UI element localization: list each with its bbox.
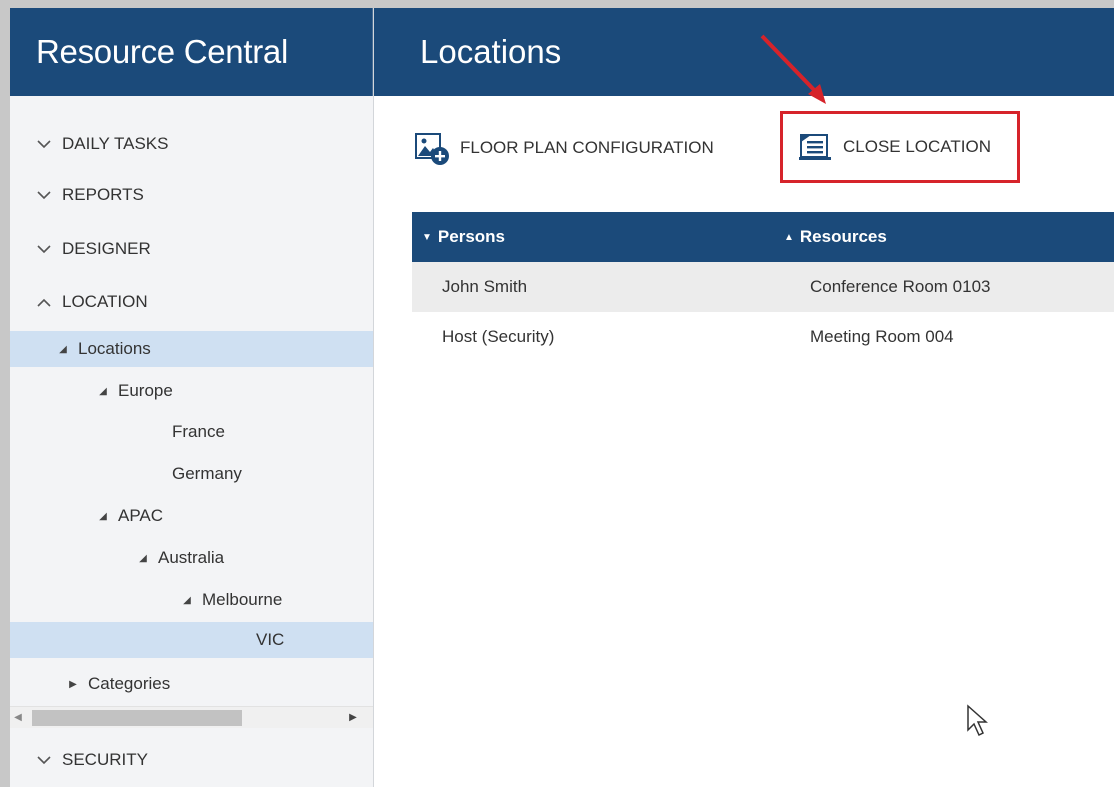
tree-item-melbourne[interactable]: ◢ Melbourne [10, 582, 373, 618]
tree-item-label: Categories [88, 674, 171, 693]
tree-item-france[interactable]: France [10, 414, 373, 450]
chevron-down-icon [36, 187, 52, 203]
tree-item-label: Germany [172, 464, 242, 483]
sort-ascending-icon: ▲ [784, 231, 794, 243]
app-window: Resource Central DAILY TASKS REPORTS DES… [10, 8, 1114, 787]
close-document-icon [797, 129, 833, 165]
nav-section-label: SECURITY [62, 750, 148, 769]
tree-item-apac[interactable]: ◢ APAC [10, 498, 373, 534]
tree-item-categories[interactable]: ▶ Categories [10, 666, 373, 702]
column-label: Resources [799, 227, 887, 246]
tree-expanded-icon: ◢ [99, 385, 107, 397]
chevron-down-icon [36, 136, 52, 152]
close-location-button[interactable]: CLOSE LOCATION [780, 111, 1020, 183]
tree-collapsed-icon: ▶ [69, 678, 77, 690]
nav-section-label: DAILY TASKS [62, 134, 169, 153]
tree-expanded-icon: ◢ [183, 594, 191, 606]
tree-expanded-icon: ◢ [139, 552, 147, 564]
floor-plan-configuration-button[interactable]: FLOOR PLAN CONFIGURATION [414, 128, 714, 168]
column-header-persons[interactable]: ▼ Persons [412, 227, 782, 247]
cell-resource: Conference Room 0103 [810, 277, 991, 296]
mouse-cursor-icon [967, 704, 988, 737]
app-title: Resource Central [10, 8, 373, 96]
table-row[interactable]: John Smith Conference Room 0103 [412, 262, 1114, 312]
column-header-resources[interactable]: ▲ Resources [782, 227, 887, 247]
close-location-label: CLOSE LOCATION [843, 137, 991, 156]
page-title: Locations [374, 8, 1114, 96]
nav-section-label: REPORTS [62, 185, 144, 204]
nav-section-label: DESIGNER [62, 239, 151, 258]
nav-section-location[interactable]: LOCATION [10, 286, 373, 318]
red-arrow-annotation [760, 34, 826, 104]
table-row[interactable]: Host (Security) Meeting Room 004 [412, 312, 1114, 362]
cell-person: John Smith [442, 277, 528, 296]
scroll-right-icon[interactable]: ▶ [345, 707, 361, 729]
tree-item-locations[interactable]: ◢ Locations [10, 331, 373, 367]
tree-item-germany[interactable]: Germany [10, 456, 373, 492]
tree-item-europe[interactable]: ◢ Europe [10, 373, 373, 409]
scrollbar-thumb[interactable] [32, 710, 242, 726]
tree-item-label: Locations [78, 339, 151, 358]
toolbar: FLOOR PLAN CONFIGURATION [414, 128, 714, 168]
nav-section-reports[interactable]: REPORTS [10, 179, 373, 211]
tree-expanded-icon: ◢ [99, 510, 107, 522]
sort-descending-icon: ▼ [422, 231, 432, 243]
cell-resource: Meeting Room 004 [810, 327, 954, 346]
tree-item-label: Melbourne [202, 590, 283, 609]
tree-item-australia[interactable]: ◢ Australia [10, 540, 373, 576]
column-label: Persons [437, 227, 505, 246]
nav-section-security[interactable]: SECURITY [10, 744, 373, 776]
chevron-down-icon [36, 752, 52, 768]
image-add-icon [414, 130, 450, 166]
tree-item-vic[interactable]: VIC [10, 622, 373, 658]
persons-resources-table: ▼ Persons ▲ Resources John Smith Confere… [412, 212, 1114, 362]
table-header: ▼ Persons ▲ Resources [412, 212, 1114, 262]
main-panel: Locations FLOOR PLAN CONFIGURATION CLOSE… [374, 8, 1114, 787]
nav-section-label: LOCATION [62, 292, 148, 311]
tree-expanded-icon: ◢ [59, 343, 67, 355]
horizontal-scrollbar[interactable]: ◀ ▶ [10, 706, 373, 728]
tree-item-label: VIC [256, 630, 285, 649]
chevron-up-icon [36, 294, 52, 310]
tree-item-label: APAC [118, 506, 164, 525]
floor-plan-configuration-label: FLOOR PLAN CONFIGURATION [460, 138, 714, 157]
cell-person: Host (Security) [442, 327, 555, 346]
tree-item-label: France [172, 422, 225, 441]
scroll-left-icon[interactable]: ◀ [10, 707, 26, 729]
chevron-down-icon [36, 241, 52, 257]
tree-item-label: Europe [118, 381, 173, 400]
sidebar: Resource Central DAILY TASKS REPORTS DES… [10, 8, 374, 787]
tree-item-label: Australia [158, 548, 225, 567]
nav-section-daily-tasks[interactable]: DAILY TASKS [10, 128, 373, 160]
nav-section-designer[interactable]: DESIGNER [10, 233, 373, 265]
